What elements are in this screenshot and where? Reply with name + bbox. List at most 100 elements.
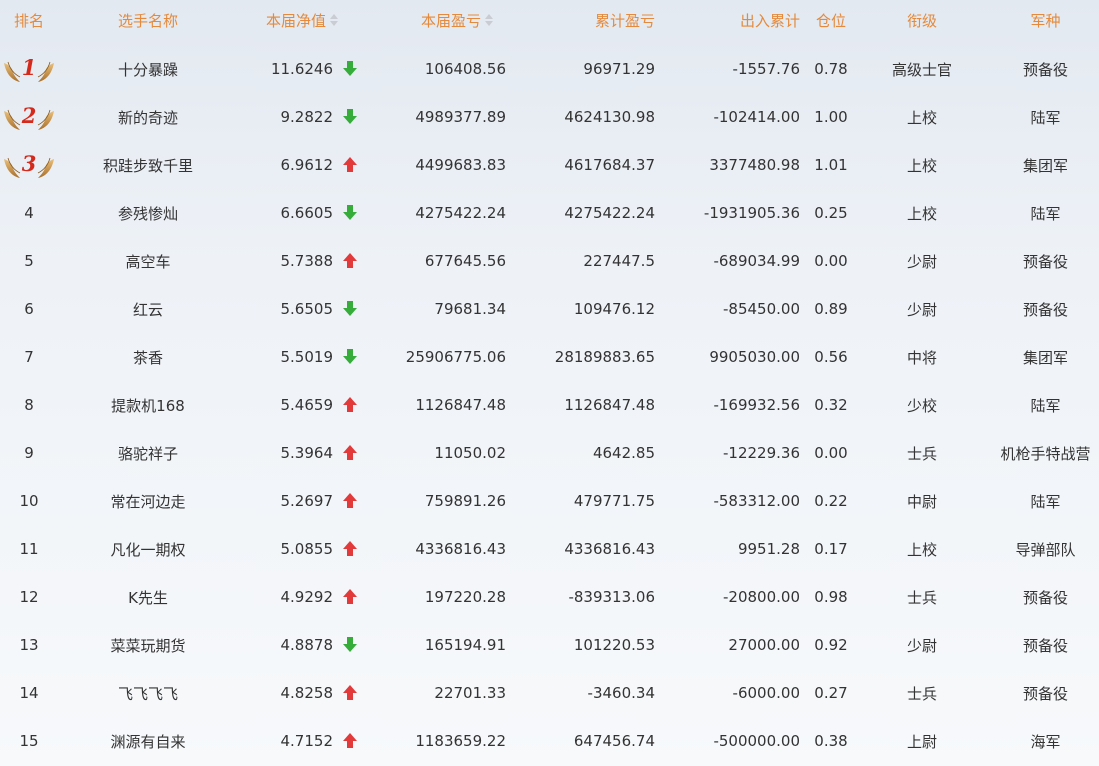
header-rank: 排名: [13, 11, 44, 30]
army-value: 集团军: [1022, 156, 1068, 175]
player-name-link[interactable]: 渊源有自来: [58, 717, 238, 765]
nav-value: 4.8258: [280, 684, 334, 702]
rank-number: 13: [19, 636, 39, 654]
player-name-link[interactable]: 十分暴躁: [58, 45, 238, 93]
player-name-link[interactable]: 积跬步致千里: [58, 141, 238, 189]
military-rank-value: 少尉: [906, 636, 937, 655]
cash-flow-value: -500000.00: [713, 732, 800, 750]
header-position: 仓位: [815, 11, 846, 30]
cash-flow-value: -20800.00: [723, 588, 800, 606]
nav-value: 5.4659: [280, 396, 334, 414]
position-value: 0.00: [814, 252, 848, 270]
rank-cell: 4: [0, 189, 58, 237]
player-name-link[interactable]: 飞飞飞飞: [58, 669, 238, 717]
rank-number: 11: [19, 540, 39, 558]
military-rank-value: 士兵: [906, 588, 937, 607]
cash-flow-value: -1557.76: [732, 60, 800, 78]
position-value: 0.38: [814, 732, 848, 750]
arrow-up-icon: [343, 733, 357, 749]
nav-value: 9.2822: [280, 108, 334, 126]
rank-cell: 6: [0, 285, 58, 333]
total-pnl-value: -839313.06: [568, 588, 655, 606]
table-row[interactable]: 11 凡化一期权 5.0855 4336816.43 4336816.43 9951.28…: [0, 525, 1099, 573]
player-name-link[interactable]: 菜菜玩期货: [58, 621, 238, 669]
pnl-value: 11050.02: [434, 444, 506, 462]
sort-icon[interactable]: [330, 13, 338, 27]
rank-cell: 12: [0, 573, 58, 621]
position-value: 0.17: [814, 540, 848, 558]
total-pnl-value: 479771.75: [573, 492, 655, 510]
position-value: 0.56: [814, 348, 848, 366]
medal-rank-number: 3: [21, 151, 37, 176]
player-name-link[interactable]: 参残惨灿: [58, 189, 238, 237]
table-row[interactable]: 4 参残惨灿 6.6605 4275422.24 4275422.24 -1931905.…: [0, 189, 1099, 237]
medal-badge: 3: [2, 149, 56, 181]
total-pnl-value: -3460.34: [587, 684, 655, 702]
header-nav-label: 本届净值: [265, 11, 326, 30]
trend-cell: [337, 189, 363, 237]
rank-number: 6: [24, 300, 34, 318]
army-value: 预备役: [1022, 684, 1068, 703]
pnl-value: 1183659.22: [415, 732, 506, 750]
position-value: 1.01: [814, 156, 848, 174]
nav-value: 4.8878: [280, 636, 334, 654]
arrow-down-icon: [343, 349, 357, 365]
table-row[interactable]: 1 十分暴躁 11.6246 106408.56 96971.29 -1557.76 0.7…: [0, 45, 1099, 93]
pnl-value: 4499683.83: [415, 156, 506, 174]
position-value: 0.98: [814, 588, 848, 606]
player-name-link[interactable]: 常在河边走: [58, 477, 238, 525]
medal-rank-number: 1: [21, 55, 37, 80]
pnl-value: 759891.26: [424, 492, 506, 510]
table-row[interactable]: 13 菜菜玩期货 4.8878 165194.91 101220.53 27000.00 0…: [0, 621, 1099, 669]
sort-icon[interactable]: [485, 13, 493, 27]
rank-number: 5: [24, 252, 34, 270]
rank-cell: 5: [0, 237, 58, 285]
trend-cell: [337, 573, 363, 621]
header-nav-sortable[interactable]: 本届净值: [238, 0, 338, 40]
position-value: 0.22: [814, 492, 848, 510]
trend-cell: [337, 141, 363, 189]
military-rank-value: 中将: [906, 348, 937, 367]
player-name-link[interactable]: 凡化一期权: [58, 525, 238, 573]
table-row[interactable]: 5 高空车 5.7388 677645.56 227447.5 -689034.99 0.0…: [0, 237, 1099, 285]
table-row[interactable]: 9 骆驼祥子 5.3964 11050.02 4642.85 -12229.36 0.00 士…: [0, 429, 1099, 477]
military-rank-value: 上校: [906, 540, 937, 559]
header-pnl-sortable[interactable]: 本届盈亏: [370, 0, 493, 40]
trend-cell: [337, 621, 363, 669]
position-value: 0.27: [814, 684, 848, 702]
table-row[interactable]: 14 飞飞飞飞 4.8258 22701.33 -3460.34 -6000.00 0.27…: [0, 669, 1099, 717]
table-row[interactable]: 10 常在河边走 5.2697 759891.26 479771.75 -583312.0…: [0, 477, 1099, 525]
medal-badge: 2: [2, 101, 56, 133]
player-name-link[interactable]: 红云: [58, 285, 238, 333]
military-rank-value: 少尉: [906, 252, 937, 271]
table-row[interactable]: 3 积跬步致千里 6.9612 4499683.83 4617684.37 3377480…: [0, 141, 1099, 189]
table-row[interactable]: 2 新的奇迹 9.2822 4989377.89 4624130.98 -102414.0…: [0, 93, 1099, 141]
trend-cell: [337, 669, 363, 717]
table-row[interactable]: 12 K先生 4.9292 197220.28 -839313.06 -20800.00 0…: [0, 573, 1099, 621]
player-name-link[interactable]: 新的奇迹: [58, 93, 238, 141]
player-name-link[interactable]: 提款机168: [58, 381, 238, 429]
table-row[interactable]: 6 红云 5.6505 79681.34 109476.12 -85450.00 0.89 少…: [0, 285, 1099, 333]
pnl-value: 79681.34: [434, 300, 506, 318]
trend-cell: [337, 381, 363, 429]
trend-cell: [337, 93, 363, 141]
army-value: 陆军: [1030, 492, 1061, 511]
arrow-up-icon: [343, 589, 357, 605]
player-name-link[interactable]: 骆驼祥子: [58, 429, 238, 477]
player-name-link[interactable]: 高空车: [58, 237, 238, 285]
total-pnl-value: 4617684.37: [564, 156, 655, 174]
rank-cell: 13: [0, 621, 58, 669]
nav-value: 5.2697: [280, 492, 334, 510]
table-row[interactable]: 15 渊源有自来 4.7152 1183659.22 647456.74 -500000.…: [0, 717, 1099, 765]
army-value: 陆军: [1030, 108, 1061, 127]
header-military-rank: 衔级: [906, 11, 937, 30]
player-name-link[interactable]: 茶香: [58, 333, 238, 381]
military-rank-value: 上校: [906, 204, 937, 223]
arrow-down-icon: [343, 61, 357, 77]
table-row[interactable]: 7 茶香 5.5019 25906775.06 28189883.65 9905030.0…: [0, 333, 1099, 381]
player-name-link[interactable]: K先生: [58, 573, 238, 621]
trend-cell: [337, 717, 363, 765]
table-row[interactable]: 8 提款机168 5.4659 1126847.48 1126847.48 -169932…: [0, 381, 1099, 429]
total-pnl-value: 1126847.48: [564, 396, 655, 414]
army-value: 预备役: [1022, 60, 1068, 79]
